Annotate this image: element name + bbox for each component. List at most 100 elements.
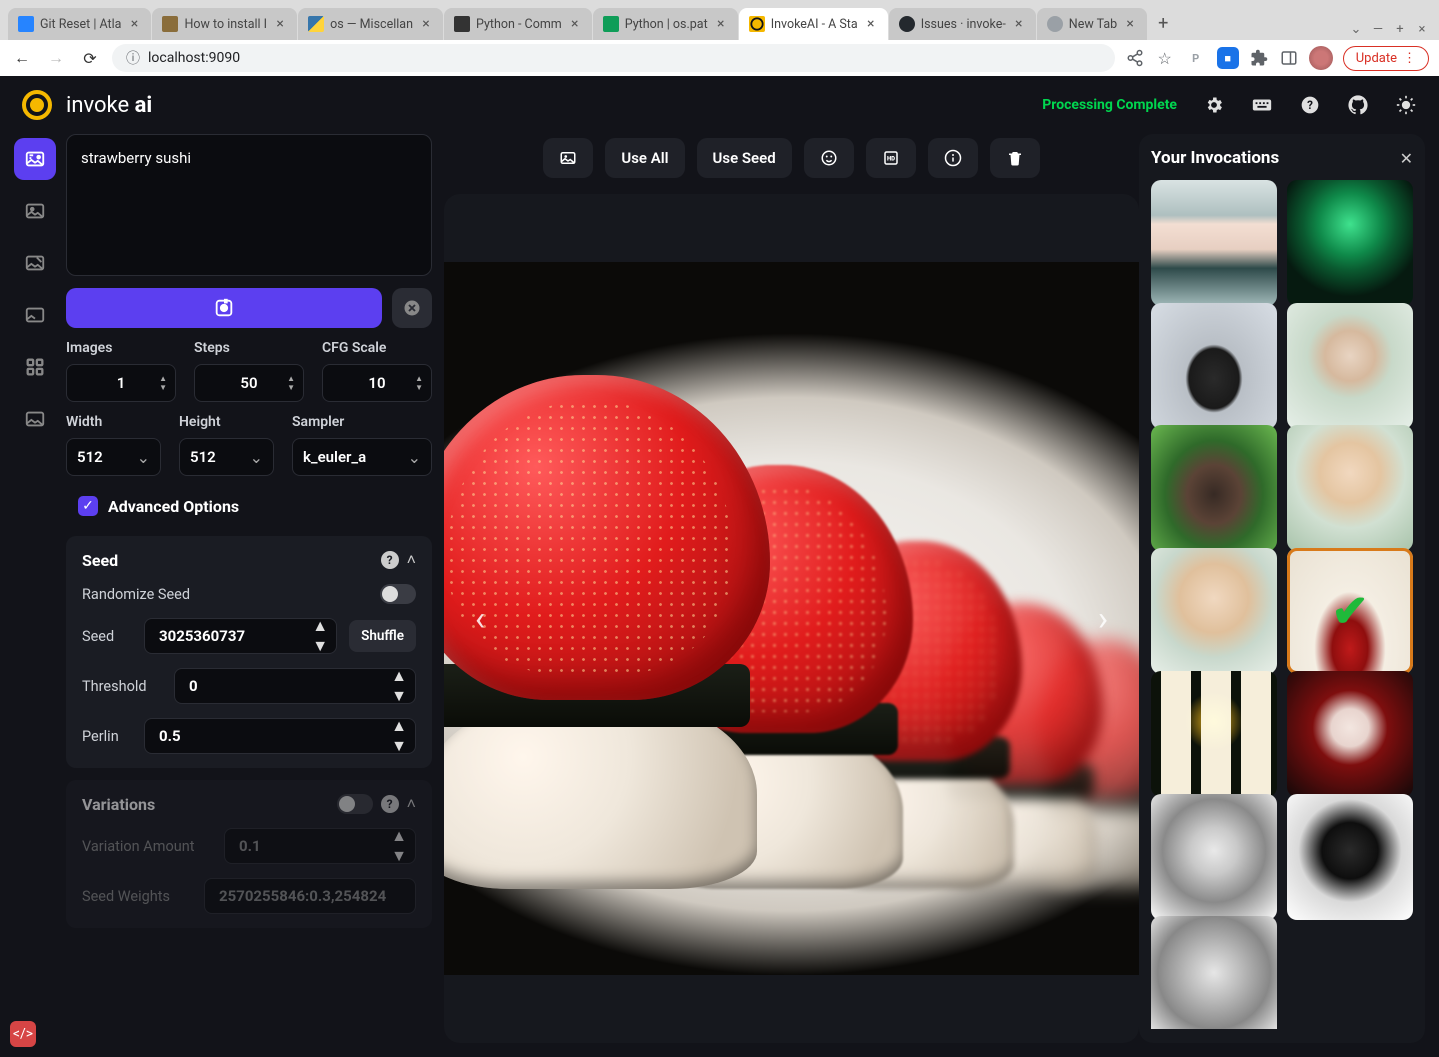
extension-p-icon[interactable]: P: [1185, 47, 1207, 69]
tool-nodes[interactable]: [14, 346, 56, 388]
close-panel-button[interactable]: ✕: [1400, 149, 1413, 168]
theme-icon[interactable]: [1395, 94, 1417, 116]
width-select[interactable]: 512⌄: [66, 438, 161, 476]
invocation-thumb[interactable]: [1151, 794, 1277, 920]
keyboard-icon[interactable]: [1251, 94, 1273, 116]
threshold-input[interactable]: ▲▼: [174, 668, 416, 704]
tool-img2img[interactable]: [14, 190, 56, 232]
tab-python-comm[interactable]: Python - Comm×: [444, 8, 592, 40]
tab-close-icon[interactable]: ×: [273, 17, 287, 31]
viewer-toolbar: Use All Use Seed HD: [444, 134, 1139, 178]
use-seed-button[interactable]: Use Seed: [697, 138, 792, 178]
tab-github-issues[interactable]: Issues · invoke-×: [889, 8, 1036, 40]
tab-close-icon[interactable]: ×: [864, 17, 878, 31]
stepper-icon[interactable]: ▲▼: [391, 716, 407, 756]
tool-inpaint[interactable]: [14, 242, 56, 284]
height-select[interactable]: 512⌄: [179, 438, 274, 476]
tool-postprocess[interactable]: [14, 398, 56, 440]
tool-outpaint[interactable]: [14, 294, 56, 336]
reload-button[interactable]: ⟳: [78, 46, 102, 70]
delete-button[interactable]: [990, 138, 1040, 178]
send-to-image-button[interactable]: [543, 138, 593, 178]
next-image-button[interactable]: ›: [1081, 597, 1125, 641]
tab-git-reset[interactable]: Git Reset | Atla×: [8, 8, 151, 40]
invocation-thumb[interactable]: [1287, 303, 1413, 429]
steps-input[interactable]: ▲▼: [194, 364, 304, 402]
shuffle-button[interactable]: Shuffle: [349, 620, 416, 652]
info-icon[interactable]: ⓘ: [126, 48, 140, 68]
width-label: Width: [66, 414, 161, 430]
chevron-up-icon[interactable]: ˄: [407, 550, 416, 570]
new-tab-button[interactable]: +: [1148, 7, 1178, 40]
help-icon[interactable]: ?: [381, 795, 399, 813]
extensions-icon[interactable]: [1249, 48, 1269, 68]
invocation-thumb-selected[interactable]: ✔: [1287, 548, 1413, 674]
perlin-input[interactable]: ▲▼: [144, 718, 416, 754]
use-all-button[interactable]: Use All: [605, 138, 684, 178]
url-field[interactable]: ⓘ localhost:9090: [112, 44, 1115, 72]
stepper-icon[interactable]: ▲▼: [415, 374, 423, 392]
tab-close-icon[interactable]: ×: [127, 17, 141, 31]
main-image-wrap: ‹ ›: [444, 194, 1139, 1043]
info-button[interactable]: [928, 138, 978, 178]
sampler-select[interactable]: k_euler_a⌄: [292, 438, 432, 476]
window-minimize-icon[interactable]: —: [1371, 22, 1385, 36]
tab-close-icon[interactable]: ×: [568, 17, 582, 31]
window-menu-icon[interactable]: ⌄: [1349, 22, 1363, 36]
window-close-icon[interactable]: ×: [1415, 22, 1429, 36]
randomize-seed-toggle[interactable]: [380, 584, 416, 604]
randomize-seed-label: Randomize Seed: [82, 586, 190, 603]
side-panel-icon[interactable]: [1279, 48, 1299, 68]
tab-how-to-install[interactable]: How to install I×: [152, 8, 297, 40]
cfg-input[interactable]: ▲▼: [322, 364, 432, 402]
github-icon[interactable]: [1347, 94, 1369, 116]
invocation-thumb[interactable]: [1287, 794, 1413, 920]
share-icon[interactable]: [1125, 48, 1145, 68]
stepper-icon[interactable]: ▲▼: [312, 616, 328, 656]
chevron-up-icon[interactable]: ˄: [407, 794, 416, 814]
tab-new-tab[interactable]: New Tab×: [1037, 8, 1147, 40]
settings-gear-icon[interactable]: [1203, 94, 1225, 116]
invocation-thumb[interactable]: [1287, 671, 1413, 797]
invocations-grid: ✔: [1151, 180, 1413, 1029]
dev-badge-icon[interactable]: </>: [10, 1021, 36, 1047]
tab-close-icon[interactable]: ×: [714, 17, 728, 31]
prev-image-button[interactable]: ‹: [458, 597, 502, 641]
tab-close-icon[interactable]: ×: [1012, 17, 1026, 31]
profile-avatar[interactable]: [1309, 46, 1333, 70]
invocation-thumb[interactable]: [1151, 671, 1277, 797]
upscale-button[interactable]: HD: [866, 138, 916, 178]
tab-close-icon[interactable]: ×: [1123, 17, 1137, 31]
stepper-icon[interactable]: ▲▼: [391, 666, 407, 706]
invocation-thumb[interactable]: [1151, 303, 1277, 429]
stepper-icon[interactable]: ▲▼: [159, 374, 167, 392]
help-icon[interactable]: ?: [381, 551, 399, 569]
stepper-icon[interactable]: ▲▼: [287, 374, 295, 392]
invocation-thumb[interactable]: [1287, 425, 1413, 551]
images-input[interactable]: ▲▼: [66, 364, 176, 402]
tab-os-docs[interactable]: os — Miscellan×: [298, 8, 443, 40]
help-icon[interactable]: ?: [1299, 94, 1321, 116]
checkbox-checked-icon[interactable]: ✓: [78, 496, 98, 516]
extension-video-icon[interactable]: ■: [1217, 47, 1239, 69]
tab-close-icon[interactable]: ×: [419, 17, 433, 31]
bookmark-icon[interactable]: ☆: [1155, 48, 1175, 68]
tool-txt2img[interactable]: [14, 138, 56, 180]
prompt-input[interactable]: strawberry sushi: [66, 134, 432, 276]
tab-invokeai[interactable]: InvokeAI - A Sta×: [739, 8, 888, 40]
invocation-thumb[interactable]: [1151, 180, 1277, 306]
variations-toggle[interactable]: [337, 794, 373, 814]
invocation-thumb[interactable]: [1151, 916, 1277, 1029]
window-maximize-icon[interactable]: +: [1393, 22, 1407, 36]
tab-python-ospath[interactable]: Python | os.pat×: [593, 8, 738, 40]
invocation-thumb[interactable]: [1151, 425, 1277, 551]
face-restore-button[interactable]: [804, 138, 854, 178]
cancel-button[interactable]: [392, 288, 432, 328]
advanced-options-toggle[interactable]: ✓ Advanced Options: [66, 488, 432, 524]
invocation-thumb[interactable]: [1287, 180, 1413, 306]
generate-button[interactable]: [66, 288, 382, 328]
invocation-thumb[interactable]: [1151, 548, 1277, 674]
update-button[interactable]: Update ⋮: [1343, 46, 1429, 71]
seed-input[interactable]: ▲▼: [144, 618, 337, 654]
back-button[interactable]: ←: [10, 46, 34, 70]
